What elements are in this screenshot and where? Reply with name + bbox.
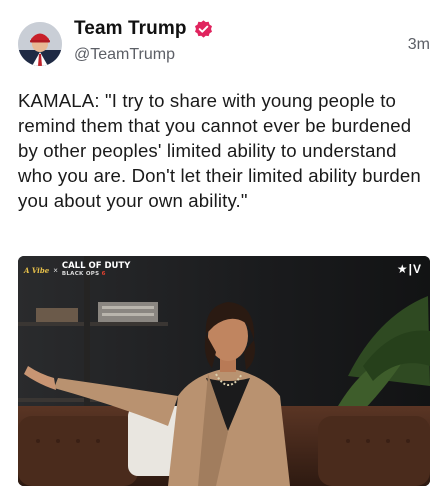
avatar-image bbox=[18, 22, 62, 66]
post-media-video[interactable]: A Vibe × CALL OF DUTY BLACK OPS 6 ★|V bbox=[18, 256, 430, 486]
post-text: KAMALA: "I try to share with young peopl… bbox=[18, 90, 421, 211]
sponsor-logo: CALL OF DUTY BLACK OPS 6 bbox=[62, 262, 131, 278]
brand-logo: A Vibe bbox=[24, 265, 50, 275]
name-row: Team Trump bbox=[74, 18, 214, 40]
video-frame bbox=[18, 256, 430, 486]
handle[interactable]: @TeamTrump bbox=[74, 46, 175, 64]
post-header: Team Trump @TeamTrump 3m bbox=[16, 16, 432, 70]
sponsor-sub: BLACK OPS 6 bbox=[61, 271, 106, 277]
avatar[interactable] bbox=[18, 22, 62, 66]
verified-badge-icon bbox=[193, 19, 214, 40]
timestamp[interactable]: 3m bbox=[408, 36, 430, 54]
brand-separator: × bbox=[53, 265, 58, 275]
display-name[interactable]: Team Trump bbox=[74, 18, 187, 40]
video-brand-overlay: A Vibe × CALL OF DUTY BLACK OPS 6 bbox=[24, 262, 130, 278]
corner-watermark-icon: ★|V bbox=[396, 262, 422, 276]
